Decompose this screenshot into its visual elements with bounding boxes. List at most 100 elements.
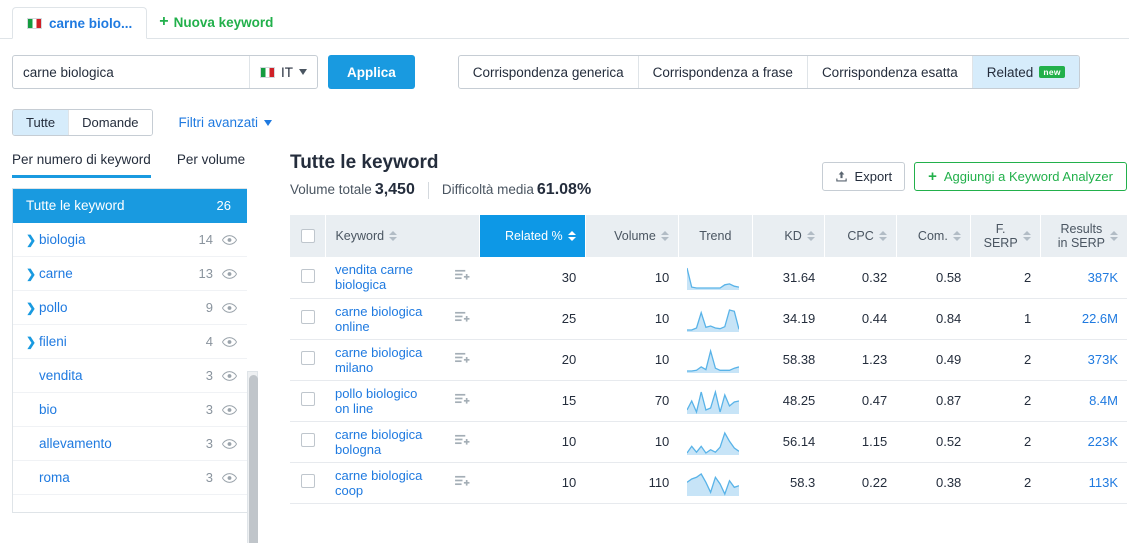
row-checkbox[interactable] [300,392,315,406]
visibility-toggle[interactable] [222,368,237,383]
row-checkbox[interactable] [300,268,315,283]
match-type-1[interactable]: Corrispondenza a frase [639,56,808,88]
cell-checkbox[interactable] [290,257,326,299]
th-cpc[interactable]: CPC [824,215,897,257]
chevron-right-icon[interactable]: ❯ [26,233,39,247]
keyword-link[interactable]: carne biologica online [335,304,431,334]
add-to-list-icon[interactable] [455,352,470,365]
sidebar-item-tutte-le-keyword[interactable]: Tutte le keyword 26 [13,189,247,223]
export-button[interactable]: Export [821,162,906,191]
add-to-list-icon[interactable] [455,393,470,406]
th-volume[interactable]: Volume [585,215,679,257]
th-com[interactable]: Com. [896,215,971,257]
toggle-0[interactable]: Tutte [13,110,69,135]
advanced-filters-link[interactable]: Filtri avanzati [179,115,273,130]
add-to-list-icon[interactable] [455,269,470,282]
match-type-0[interactable]: Corrispondenza generica [459,56,639,88]
table-row[interactable]: carne biologica milano 20 10 58.38 1.23 … [290,339,1127,381]
apply-button[interactable]: Applica [328,55,415,89]
add-to-list-button[interactable] [455,475,470,491]
visibility-toggle[interactable] [222,266,237,281]
th-related[interactable]: Related % [479,215,586,257]
sidebar-item-bio[interactable]: bio 3 [13,393,247,427]
match-type-3[interactable]: Related new [972,56,1079,88]
toggle-1[interactable]: Domande [68,110,152,135]
sidebar-item-biologia[interactable]: ❯ biologia 14 [13,223,247,257]
sort-arrows-icon[interactable] [878,231,887,241]
match-type-2[interactable]: Corrispondenza esatta [808,56,973,88]
table-row[interactable]: carne biologica bologna 10 10 56.14 1.15… [290,421,1127,463]
keyword-link[interactable]: vendita carne biologica [335,262,431,292]
sidebar-item-carne[interactable]: ❯ carne 13 [13,257,247,291]
search-input[interactable] [13,56,249,88]
keyword-link[interactable]: carne biologica coop [335,468,431,498]
row-checkbox[interactable] [300,474,315,488]
sidebar-item-fileni[interactable]: ❯ fileni 4 [13,325,247,359]
add-to-keyword-analyzer-button[interactable]: + Aggiungi a Keyword Analyzer [914,162,1127,191]
th-select-all[interactable] [290,215,327,257]
sort-arrows-icon[interactable] [660,231,669,241]
table-row[interactable]: carne biologica online 25 10 34.19 0.44 … [290,298,1127,340]
table-row[interactable]: pollo biologico on line 15 70 48.25 0.47… [290,380,1127,422]
add-to-list-button[interactable] [455,269,470,285]
sort-arrows-icon[interactable] [389,231,398,241]
sidebar-scrollbar[interactable] [247,371,258,543]
sidebar-item-vendita[interactable]: vendita 3 [13,359,247,393]
table-row[interactable]: carne biologica coop 10 110 58.3 0.22 0.… [290,462,1127,504]
th-trend[interactable]: Trend [678,215,753,257]
row-checkbox[interactable] [300,310,315,324]
sidebar-subtab-1[interactable]: Per volume [177,152,245,178]
cell-results-in-serp[interactable]: 22.6M [1040,298,1127,340]
chevron-right-icon[interactable]: ❯ [26,267,39,281]
cell-results-in-serp[interactable]: 8.4M [1040,380,1127,422]
cell-checkbox[interactable] [290,421,326,463]
table-row[interactable]: vendita carne biologica 30 10 31.64 0.32… [290,257,1127,299]
th-keyword[interactable]: Keyword [325,215,480,257]
sort-arrows-icon[interactable] [1022,231,1031,241]
visibility-toggle[interactable] [222,470,237,485]
keyword-link[interactable]: carne biologica milano [335,345,431,375]
new-keyword-tab[interactable]: + Nuova keyword [147,6,285,38]
keyword-link[interactable]: pollo biologico on line [335,386,431,416]
add-to-list-icon[interactable] [455,311,470,324]
sidebar-item-pollo[interactable]: ❯ pollo 9 [13,291,247,325]
th-kd[interactable]: KD [752,215,825,257]
chevron-right-icon[interactable]: ❯ [26,335,39,349]
row-checkbox[interactable] [300,433,315,447]
sidebar-subtab-0[interactable]: Per numero di keyword [12,152,151,178]
visibility-toggle[interactable] [222,334,237,349]
cell-results-in-serp[interactable]: 387K [1040,257,1127,299]
visibility-toggle[interactable] [222,402,237,417]
tab-carne-biologica[interactable]: carne biolo... [12,7,148,39]
sort-arrows-icon[interactable] [952,231,961,241]
chevron-right-icon[interactable]: ❯ [26,301,39,315]
sidebar-scrollbar-thumb[interactable] [249,375,258,543]
cell-checkbox[interactable] [290,380,326,422]
add-to-list-icon[interactable] [455,434,470,447]
cell-checkbox[interactable] [290,298,326,340]
add-to-list-button[interactable] [455,311,470,327]
sort-arrows-icon[interactable] [567,231,576,241]
add-to-list-button[interactable] [455,393,470,409]
add-to-list-button[interactable] [455,434,470,450]
cell-checkbox[interactable] [290,462,326,504]
visibility-toggle[interactable] [222,300,237,315]
sidebar-item-roma[interactable]: roma 3 [13,461,247,495]
cell-checkbox[interactable] [290,339,326,381]
row-checkbox[interactable] [300,351,315,365]
sort-arrows-icon[interactable] [1110,231,1118,241]
cell-results-in-serp[interactable]: 373K [1040,339,1127,381]
keyword-link[interactable]: carne biologica bologna [335,427,431,457]
th-results[interactable]: Results in SERP [1040,215,1127,257]
cell-results-in-serp[interactable]: 223K [1040,421,1127,463]
th-fserp[interactable]: F. SERP [970,215,1041,257]
add-to-list-icon[interactable] [455,475,470,488]
sidebar-item-allevamento[interactable]: allevamento 3 [13,427,247,461]
visibility-toggle[interactable] [222,436,237,451]
sort-arrows-icon[interactable] [806,231,815,241]
cell-results-in-serp[interactable]: 113K [1040,462,1127,504]
country-selector[interactable]: IT [249,56,317,88]
select-all-checkbox[interactable] [300,229,315,243]
add-to-list-button[interactable] [455,352,470,368]
visibility-toggle[interactable] [222,232,237,247]
